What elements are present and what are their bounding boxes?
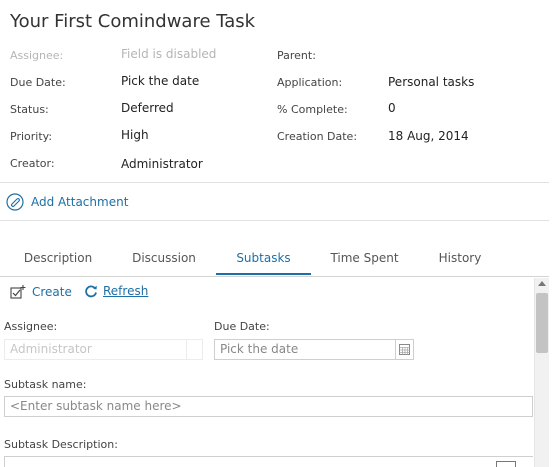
subtask-description-editor[interactable]	[4, 456, 533, 467]
refresh-label: Refresh	[103, 284, 149, 298]
due-date-value[interactable]: Pick the date	[121, 74, 199, 88]
add-task-icon	[10, 285, 26, 299]
tab-discussion[interactable]: Discussion	[122, 251, 206, 275]
subtask-assignee-label: Assignee:	[4, 320, 58, 333]
create-label: Create	[32, 285, 72, 299]
subtask-name-label: Subtask name:	[4, 378, 87, 391]
create-subtask-button[interactable]: Create	[9, 284, 72, 300]
percent-complete-value[interactable]: 0	[388, 101, 396, 115]
creator-label: Creator:	[10, 157, 55, 170]
paperclip-icon	[6, 193, 24, 211]
subtask-description-label: Subtask Description:	[4, 438, 118, 451]
calendar-icon	[399, 344, 410, 355]
creation-date-label: Creation Date:	[277, 130, 358, 143]
tab-description[interactable]: Description	[14, 251, 102, 275]
refresh-button[interactable]: Refresh	[84, 284, 148, 298]
subtask-due-date-label: Due Date:	[214, 320, 270, 333]
calendar-button[interactable]	[396, 339, 414, 360]
creator-value: Administrator	[121, 157, 203, 171]
due-date-label: Due Date:	[10, 76, 66, 89]
application-label: Application:	[277, 76, 343, 89]
scroll-up-icon[interactable]	[538, 281, 546, 286]
application-value: Personal tasks	[388, 75, 475, 89]
task-title: Your First Comindware Task	[10, 11, 256, 32]
add-attachment-button[interactable]: Add Attachment	[6, 193, 128, 211]
assignee-picker-button	[187, 339, 203, 360]
assignee-label: Assignee:	[10, 49, 64, 62]
subtask-due-date-input[interactable]: Pick the date	[214, 339, 396, 360]
status-value[interactable]: Deferred	[121, 101, 174, 115]
subtask-name-input[interactable]: <Enter subtask name here>	[4, 396, 533, 417]
subtask-assignee-input: Administrator	[4, 339, 187, 360]
add-attachment-label: Add Attachment	[31, 195, 129, 209]
editor-toolbar-button[interactable]	[496, 461, 516, 467]
scrollbar-thumb[interactable]	[536, 293, 548, 353]
assignee-value: Field is disabled	[121, 47, 217, 61]
priority-value[interactable]: High	[121, 128, 149, 142]
details-divider	[0, 182, 549, 183]
parent-label: Parent:	[277, 49, 316, 62]
percent-complete-label: % Complete:	[277, 103, 348, 116]
tab-history[interactable]: History	[428, 251, 492, 275]
tab-time-spent[interactable]: Time Spent	[322, 251, 407, 275]
refresh-icon	[85, 285, 97, 298]
attachment-divider	[0, 220, 549, 221]
status-label: Status:	[10, 103, 49, 116]
tab-bar-divider	[0, 276, 549, 277]
tab-subtasks[interactable]: Subtasks	[216, 251, 311, 275]
priority-label: Priority:	[10, 130, 53, 143]
creation-date-value: 18 Aug, 2014	[388, 129, 469, 143]
